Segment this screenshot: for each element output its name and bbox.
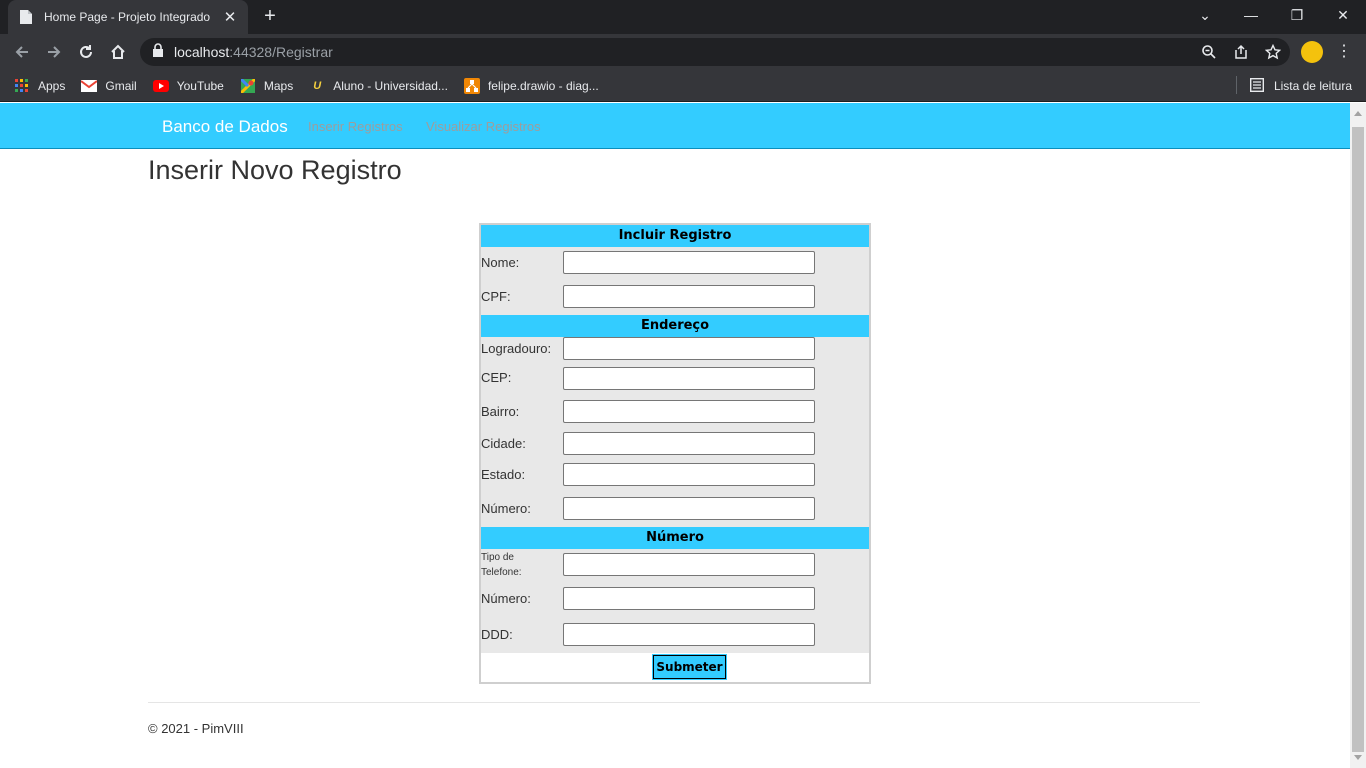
label-logradouro: Logradouro: (481, 341, 552, 356)
section-incluir-registro: Incluir Registro (481, 225, 869, 247)
page-title: Inserir Novo Registro (148, 155, 402, 185)
footer-text: © 2021 - PimVIII (148, 721, 244, 736)
label-nome: Nome: (481, 255, 520, 270)
lock-icon (152, 42, 164, 62)
submit-button[interactable]: Submeter (652, 654, 727, 680)
label-cidade: Cidade: (481, 436, 526, 451)
label-tipo-telefone: Tipo de Telefone: (481, 552, 522, 578)
section-endereco: Endereço (481, 315, 869, 337)
reading-list-icon (1249, 78, 1266, 94)
tipo-telefone-input[interactable] (563, 553, 815, 576)
bookmark-youtube[interactable]: YouTube (152, 78, 224, 94)
label-estado: Estado: (481, 467, 526, 482)
label-numero-telefone: Número: (481, 591, 531, 606)
bookmark-gmail[interactable]: Gmail (81, 78, 137, 94)
scrollbar-thumb[interactable] (1352, 127, 1364, 752)
label-cpf: CPF: (481, 289, 511, 304)
bairro-input[interactable] (563, 400, 815, 423)
label-bairro: Bairro: (481, 404, 520, 419)
tab-title: Home Page - Projeto Integrado M (44, 10, 214, 24)
bookmark-maps[interactable]: Maps (240, 78, 293, 94)
estado-input[interactable] (563, 463, 815, 486)
site-navbar: Banco de Dados Inserir Registros Visuali… (0, 103, 1350, 149)
home-button[interactable] (105, 39, 131, 65)
bookmarks-bar: Apps Gmail YouTube Maps U Aluno - Univer… (0, 70, 1366, 102)
zoom-icon[interactable] (1200, 43, 1218, 61)
share-icon[interactable] (1232, 43, 1250, 61)
bookmark-apps[interactable]: Apps (14, 78, 65, 94)
label-cep: CEP: (481, 370, 512, 385)
footer-divider (148, 702, 1200, 703)
bookmark-aluno[interactable]: U Aluno - Universidad... (309, 78, 448, 94)
address-bar[interactable]: localhost:44328/Registrar (140, 38, 1290, 66)
cpf-input[interactable] (563, 285, 815, 308)
logradouro-input[interactable] (563, 337, 815, 360)
youtube-icon (152, 78, 169, 94)
profile-avatar[interactable] (1301, 41, 1323, 63)
numero-endereco-input[interactable] (563, 497, 815, 520)
label-numero-endereco: Número: (481, 501, 531, 516)
drawio-icon (463, 77, 480, 94)
brand-link[interactable]: Banco de Dados (162, 117, 288, 137)
page-scrollbar[interactable] (1350, 103, 1366, 768)
forward-button[interactable] (41, 39, 67, 65)
unip-icon: U (313, 79, 322, 92)
tab-search-chevron-icon[interactable]: ⌄ (1182, 0, 1228, 30)
reload-button[interactable] (73, 39, 99, 65)
label-ddd: DDD: (481, 627, 513, 642)
page-favicon-icon (18, 9, 34, 25)
scroll-up-icon[interactable] (1354, 111, 1362, 116)
section-numero: Número (481, 527, 869, 549)
tab-close-icon[interactable]: ✕ (222, 8, 238, 26)
close-window-button[interactable]: ✕ (1320, 0, 1366, 30)
browser-tab-strip: Home Page - Projeto Integrado M ✕ + ⌄ — … (0, 0, 1366, 34)
bookmark-star-icon[interactable] (1264, 43, 1282, 61)
browser-tab[interactable]: Home Page - Projeto Integrado M ✕ (8, 0, 248, 34)
nome-input[interactable] (563, 251, 815, 274)
gmail-icon (81, 78, 98, 94)
maps-icon (240, 78, 256, 94)
url-text: localhost:44328/Registrar (174, 44, 333, 60)
browser-toolbar: localhost:44328/Registrar ⋮ (0, 34, 1366, 70)
bookmark-drawio[interactable]: felipe.drawio - diag... (463, 77, 599, 94)
apps-grid-icon (14, 78, 30, 94)
nav-visualizar-registros[interactable]: Visualizar Registros (426, 119, 541, 134)
reading-list-button[interactable]: Lista de leitura (1235, 76, 1352, 94)
page-viewport: Banco de Dados Inserir Registros Visuali… (0, 103, 1350, 768)
numero-telefone-input[interactable] (563, 587, 815, 610)
restore-button[interactable]: ❐ (1274, 0, 1320, 30)
back-button[interactable] (9, 39, 35, 65)
registration-form: Incluir Registro Nome: CPF: Endereço Log… (479, 223, 871, 684)
browser-menu-icon[interactable]: ⋮ (1336, 41, 1352, 63)
nav-inserir-registros[interactable]: Inserir Registros (308, 119, 403, 134)
new-tab-button[interactable]: + (258, 5, 282, 29)
minimize-button[interactable]: — (1228, 0, 1274, 30)
cep-input[interactable] (563, 367, 815, 390)
scroll-down-icon[interactable] (1354, 755, 1362, 760)
divider (1235, 76, 1237, 94)
cidade-input[interactable] (563, 432, 815, 455)
ddd-input[interactable] (563, 623, 815, 646)
